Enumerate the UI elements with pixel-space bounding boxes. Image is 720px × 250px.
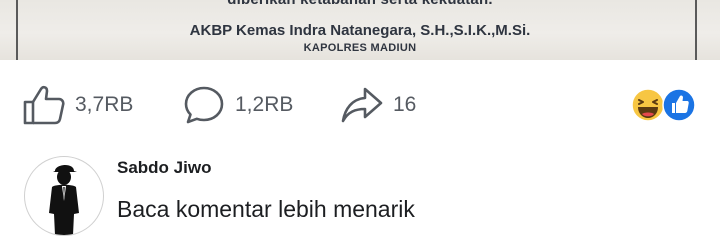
comment-count: 1,2RB (235, 93, 294, 116)
share-arrow-icon (341, 85, 383, 125)
post-action-bar: 3,7RB 1,2RB 16 (0, 60, 720, 148)
comment-author[interactable]: Sabdo Jiwo (117, 158, 211, 178)
comment-item: Sabdo Jiwo Baca komentar lebih menarik (0, 148, 720, 250)
like-button[interactable]: 3,7RB (23, 85, 133, 125)
officer-title: KAPOLRES MADIUN (303, 42, 417, 54)
comment-button[interactable]: 1,2RB (183, 85, 293, 125)
image-caption-text: diberikan ketabahan serta kekuatan. (0, 0, 720, 8)
like-count: 3,7RB (75, 93, 134, 116)
thumbs-up-icon (23, 85, 65, 125)
like-reaction-icon (662, 88, 696, 127)
avatar[interactable] (24, 156, 104, 236)
reactions-summary[interactable] (631, 87, 697, 123)
share-button[interactable]: 16 (341, 85, 416, 125)
share-count: 16 (393, 93, 417, 116)
comment-text: Baca komentar lebih menarik (117, 196, 415, 222)
officer-name: AKBP Kemas Indra Natanegara, S.H.,S.I.K.… (189, 22, 531, 39)
post-image[interactable]: diberikan ketabahan serta kekuatan. AKBP… (0, 0, 720, 60)
comment-bubble-icon (183, 85, 225, 125)
haha-reaction-icon (631, 88, 665, 127)
